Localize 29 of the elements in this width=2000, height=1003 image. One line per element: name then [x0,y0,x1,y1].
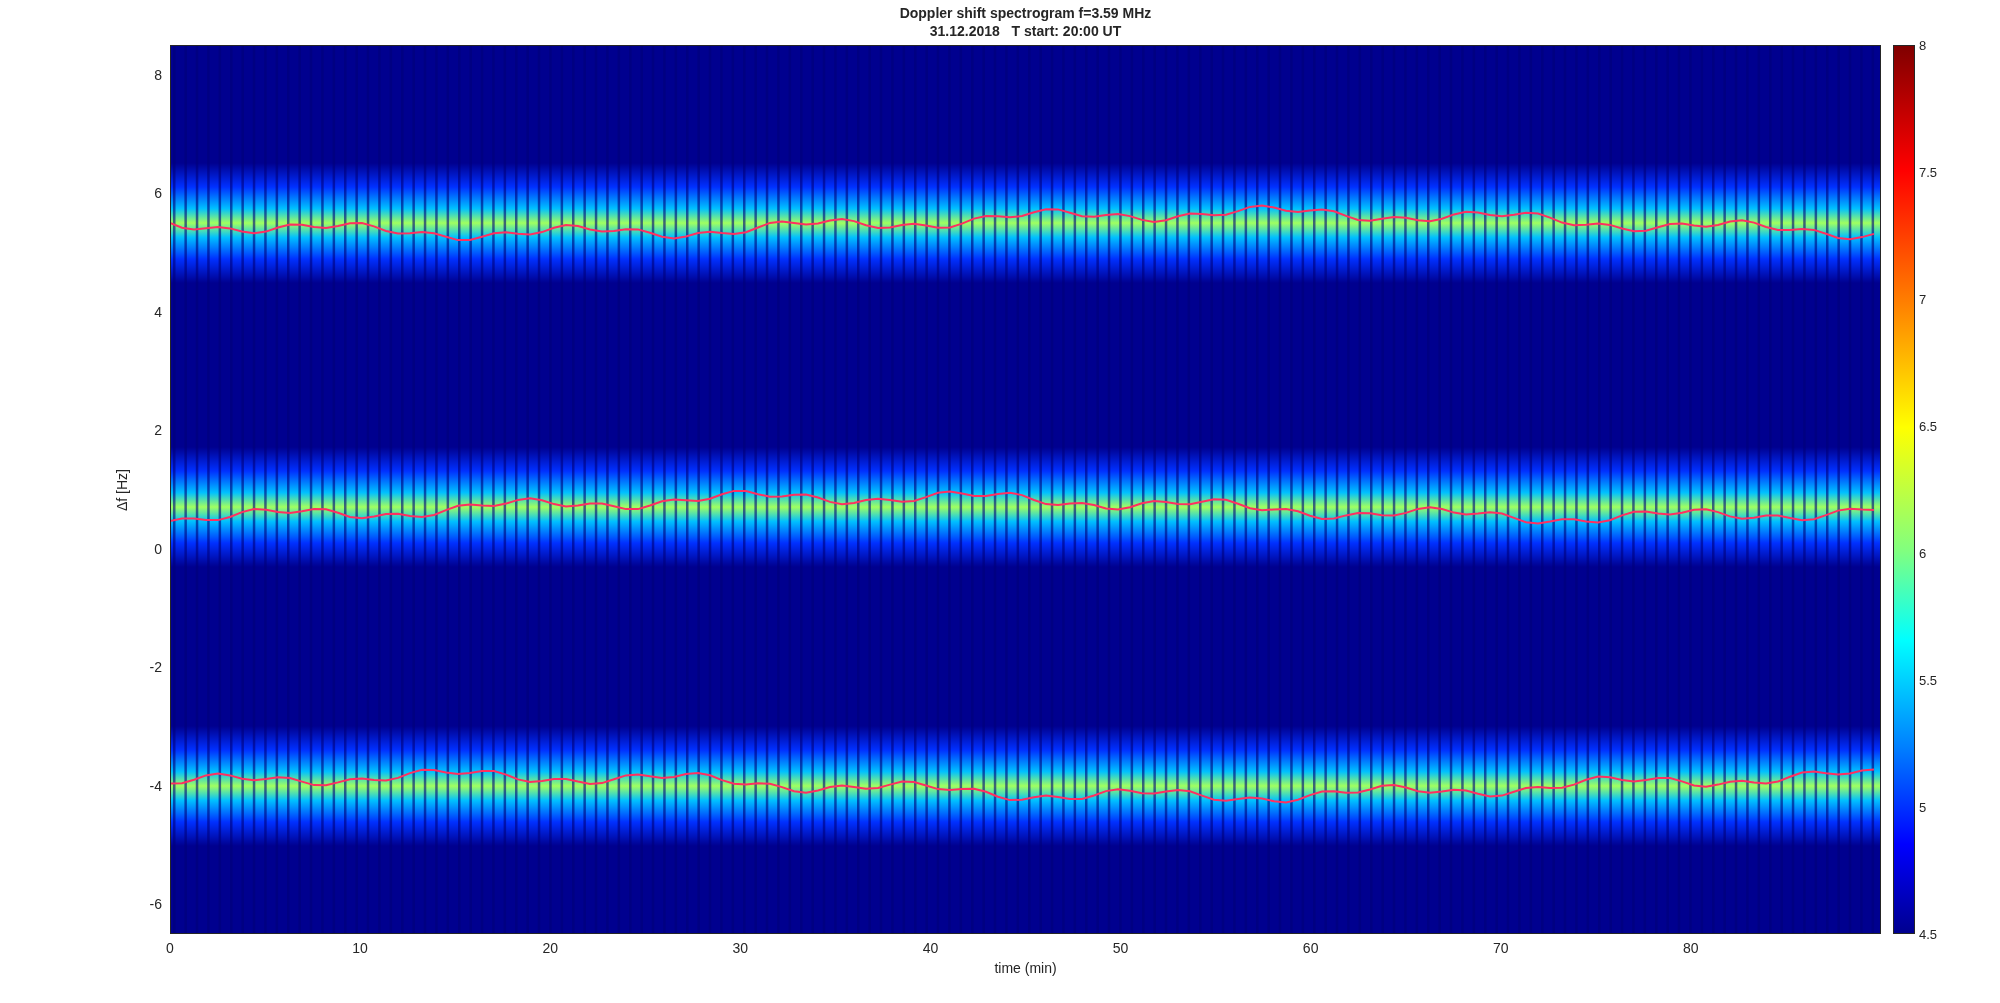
x-tick-label: 80 [1683,940,1699,956]
x-tick-label: 40 [922,940,939,956]
colorbar-tick-label: 6 [1919,545,1927,561]
y-tick-label: 4 [154,303,162,320]
colorbar-tick-label: 5.5 [1919,672,1938,688]
chart-title: 31.12.2018 T start: 20:00 UT [929,22,1122,40]
chart-title: Doppler shift spectrogram f=3.59 MHz [899,4,1152,22]
x-tick-label: 60 [1302,940,1319,956]
x-tick-label: 50 [1112,940,1129,956]
x-tick-label: 70 [1493,940,1509,956]
y-tick-label: -2 [149,659,162,676]
x-tick-label: 0 [166,940,174,956]
colorbar-tick-label: 7.5 [1919,164,1938,180]
y-tick-label: 8 [154,66,162,83]
y-tick-label: 0 [154,540,162,557]
x-axis-label: time (min) [993,960,1058,976]
x-tick-label: 20 [542,940,558,956]
x-tick-label: 10 [352,940,368,956]
colorbar-tick-label: 6.5 [1919,418,1938,434]
colorbar-tick-label: 7 [1919,291,1927,307]
y-tick-label: -6 [149,896,162,913]
y-tick-label: 6 [154,185,162,202]
colorbar-tick-label: 8 [1919,37,1927,53]
x-tick-label: 30 [732,940,749,956]
y-tick-label: -4 [149,777,162,794]
colorbar-tick-label: 4.5 [1919,926,1938,942]
colorbar-tick-label: 5 [1919,799,1927,815]
y-tick-label: 2 [154,422,162,439]
y-axis-label: Δf [Hz] [114,468,130,511]
